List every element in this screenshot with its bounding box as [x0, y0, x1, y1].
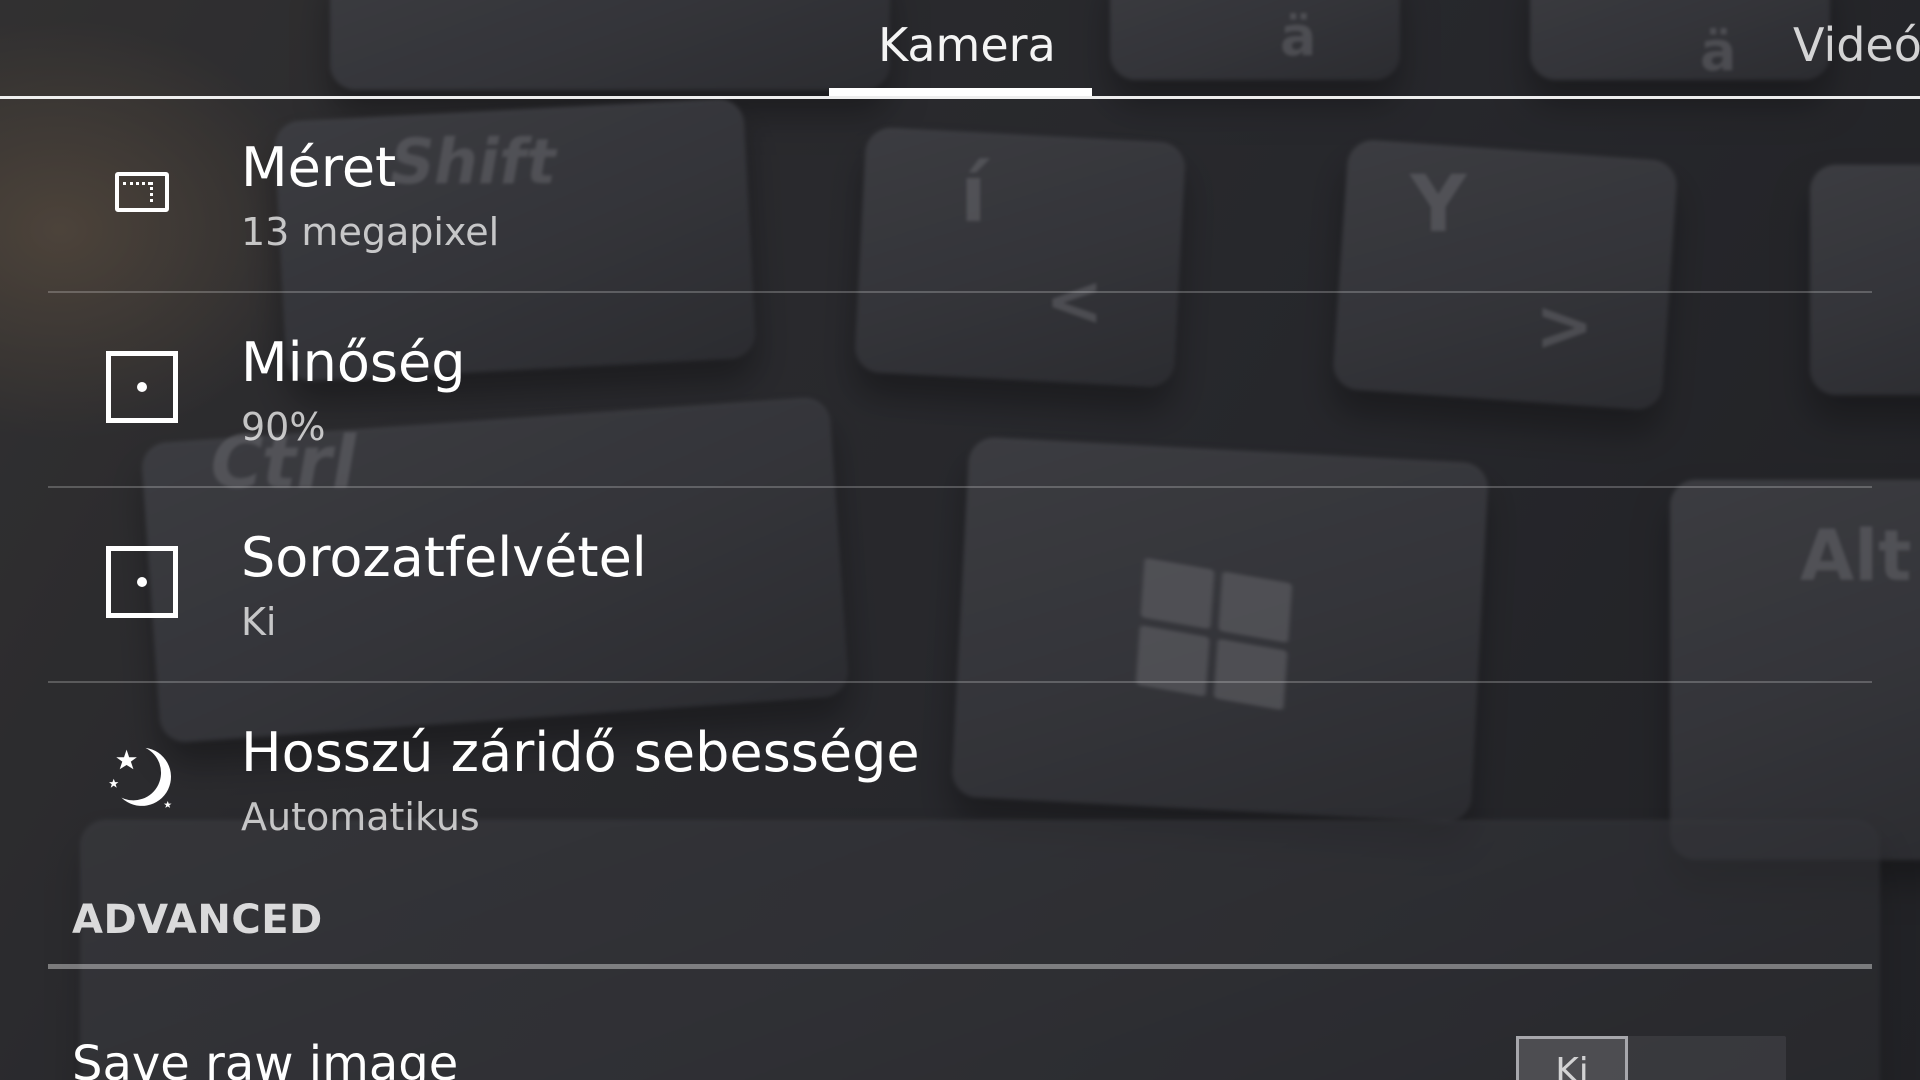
quality-square-icon: [106, 351, 178, 423]
setting-value: 90%: [241, 405, 326, 449]
tab-kamera[interactable]: Kamera: [878, 18, 1056, 72]
moon-stars-icon: [106, 741, 178, 813]
tab-video[interactable]: Videó: [1793, 18, 1920, 72]
setting-title: Minőség: [241, 331, 466, 394]
setting-value: Automatikus: [241, 795, 480, 839]
setting-title: Sorozatfelvétel: [241, 526, 647, 589]
setting-title: Méret: [241, 136, 397, 199]
active-tab-indicator: [829, 88, 1092, 96]
toggle-state-text: Ki: [1516, 1036, 1628, 1080]
setting-title: Hosszú záridő sebessége: [241, 721, 920, 784]
setting-row-burst[interactable]: Sorozatfelvétel Ki: [48, 488, 1872, 683]
setting-row-size[interactable]: Méret 13 megapixel: [48, 98, 1872, 293]
tab-bar: Kamera Videó: [0, 0, 1920, 99]
save-raw-image-label: Save raw image: [72, 1036, 459, 1080]
setting-row-long-exposure[interactable]: Hosszú záridő sebessége Automatikus: [48, 683, 1872, 876]
section-divider: [48, 964, 1872, 969]
burst-square-icon: [106, 546, 178, 618]
section-header-advanced: ADVANCED: [72, 897, 323, 943]
setting-row-quality[interactable]: Minőség 90%: [48, 293, 1872, 488]
picture-size-icon: [106, 156, 178, 228]
save-raw-image-toggle[interactable]: Ki: [1516, 1036, 1786, 1080]
setting-value: Ki: [241, 600, 277, 644]
setting-value: 13 megapixel: [241, 210, 500, 254]
camera-settings-list: Méret 13 megapixel Minőség 90% Sorozatfe…: [48, 98, 1872, 876]
